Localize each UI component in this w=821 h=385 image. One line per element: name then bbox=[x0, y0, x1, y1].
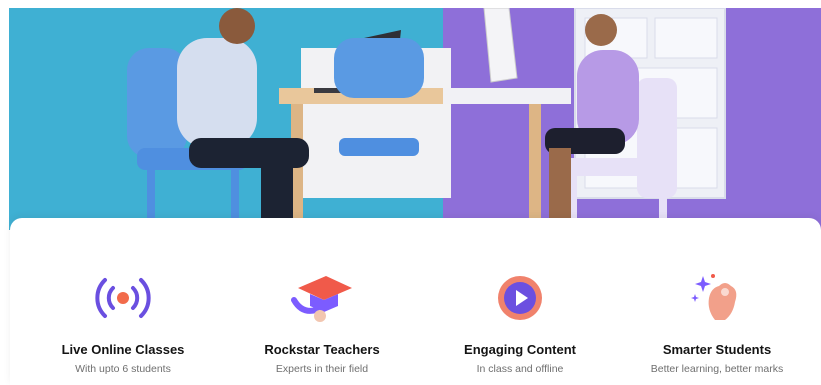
hero-banner bbox=[9, 8, 821, 230]
feature-engaging-content: Engaging Content In class and offline bbox=[420, 218, 620, 385]
feature-title: Rockstar Teachers bbox=[264, 342, 380, 357]
live-broadcast-icon bbox=[91, 270, 155, 326]
hero-illustration bbox=[9, 8, 821, 230]
play-button-icon bbox=[488, 270, 552, 326]
features-card: Live Online Classes With upto 6 students… bbox=[10, 218, 821, 385]
teacher bbox=[177, 38, 257, 148]
feature-title: Engaging Content bbox=[464, 342, 576, 357]
feature-live-online-classes: Live Online Classes With upto 6 students bbox=[23, 218, 223, 385]
feature-subtitle: Better learning, better marks bbox=[650, 363, 784, 375]
page: Live Online Classes With upto 6 students… bbox=[0, 0, 821, 385]
features-row: Live Online Classes With upto 6 students… bbox=[10, 218, 821, 385]
feature-title: Live Online Classes bbox=[61, 342, 185, 357]
right-chair bbox=[637, 78, 677, 198]
feature-subtitle: In class and offline bbox=[476, 363, 564, 375]
feature-subtitle: Experts in their field bbox=[275, 363, 369, 375]
graduation-cap-icon bbox=[290, 270, 354, 326]
middle-chair bbox=[334, 38, 424, 98]
feature-rockstar-teachers: Rockstar Teachers Experts in their field bbox=[222, 218, 422, 385]
sparkle-hand-icon bbox=[685, 270, 749, 326]
feature-subtitle: With upto 6 students bbox=[75, 363, 171, 375]
feature-title: Smarter Students bbox=[662, 342, 772, 357]
feature-smarter-students: Smarter Students Better learning, better… bbox=[617, 218, 817, 385]
